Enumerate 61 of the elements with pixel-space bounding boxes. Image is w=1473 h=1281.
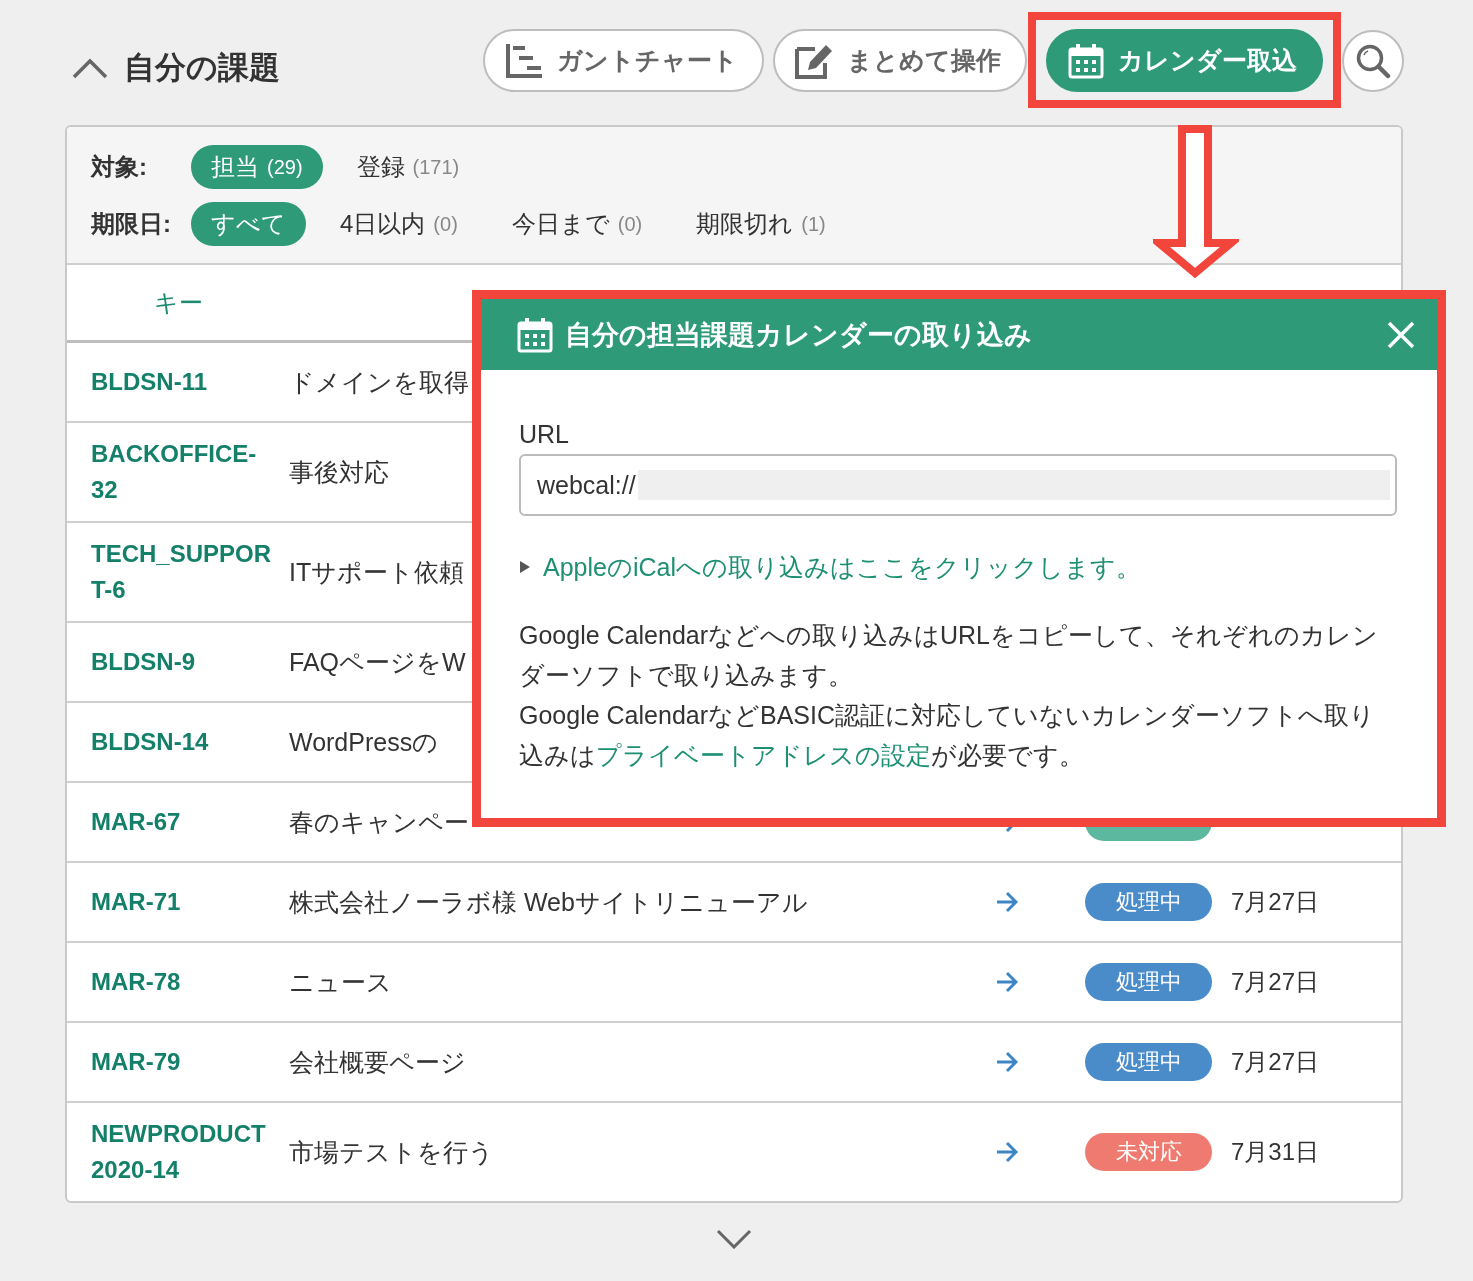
chevron-up-icon[interactable] [72,56,108,79]
search-icon [1355,42,1391,79]
section-title: 自分の課題 [124,48,280,87]
calendar-import-button[interactable]: カレンダー取込 [1046,29,1323,92]
calendar-icon [517,316,553,353]
arrow-right-icon [995,1141,1019,1163]
url-label: URL [519,419,570,449]
url-field[interactable]: webcal:// [519,454,1397,516]
due-date: 7月27日 [1231,1048,1320,1075]
issue-key-link[interactable]: MAR-79 [91,1044,181,1080]
issue-summary: 事後対応 [289,457,389,488]
due-date: 7月27日 [1231,888,1320,915]
filter-option[interactable]: すべて [191,202,306,246]
issue-key-link[interactable]: BLDSN-11 [91,364,208,400]
issue-summary: 会社概要ページ [289,1047,466,1078]
filter-option[interactable]: 期限切れ (1) [676,202,846,246]
text-link[interactable]: プライベートアドレスの設定 [596,741,931,769]
issue-key-link[interactable]: NEWPRODUCT2020-14 [91,1116,277,1188]
issue-summary: FAQページをW [289,647,466,678]
issue-summary: 株式会社ノーラボ様 Webサイトリニューアル [289,887,808,918]
gantt-chart-button[interactable]: ガントチャート [483,29,764,92]
filter-option[interactable]: 登録 (171) [336,145,480,189]
issue-key-link[interactable]: BLDSN-9 [91,644,195,680]
due-date: 7月31日 [1231,1138,1320,1165]
issue-summary: ドメインを取得 [289,367,469,398]
filter-option[interactable]: 担当 (29) [191,145,323,189]
help-text: Google Calendarなどへの取り込みはURLをコピーして、それぞれのカレンダーソフトで取り込みます。 [519,620,1380,691]
status-badge: 処理中 [1085,883,1212,921]
arrow-right-icon [995,1051,1019,1073]
dialog-title: 自分の担当課題カレンダーの取り込み [565,318,1033,352]
filter-label: 対象: [91,152,148,182]
status-badge: 処理中 [1085,963,1212,1001]
triangle-right-icon[interactable] [519,561,531,573]
issue-summary: WordPressの [289,727,439,758]
issue-key-link[interactable]: MAR-71 [91,884,181,920]
issue-key-link[interactable]: BACKOFFICE-32 [91,436,277,508]
issue-key-link[interactable]: MAR-78 [91,964,181,1000]
bulk-edit-button[interactable]: まとめて操作 [773,29,1027,92]
issue-key-link[interactable]: MAR-67 [91,804,181,840]
filter-label: 期限日: [91,209,172,239]
close-icon[interactable] [1387,320,1415,349]
issue-key-link[interactable]: TECH_SUPPORT-6 [91,536,277,608]
filter-option[interactable]: 4日以内 (0) [320,202,478,246]
import-link[interactable]: AppleのiCalへの取り込みはここをクリックします。 [543,552,1141,582]
issue-summary: 市場テストを行う [289,1137,494,1168]
issue-key-link[interactable]: BLDSN-14 [91,724,209,760]
due-date: 7月27日 [1231,968,1320,995]
status-badge: 未対応 [1085,1133,1212,1171]
issue-summary: ニュース [289,967,392,998]
arrow-right-icon [995,891,1019,913]
chevron-down-icon[interactable] [716,1229,752,1249]
gantt-chart-icon [505,42,543,79]
edit-icon [795,42,833,79]
issue-summary: 春のキャンペー [289,807,469,838]
help-text: Google CalendarなどBASIC認証に対応していないカレンダーソフトへ取り込みはプライベートアドレスの設定が必要です。 [519,700,1377,771]
filter-option[interactable]: 今日まで (0) [491,202,663,246]
calendar-icon [1068,42,1104,79]
arrow-right-icon [995,971,1019,993]
issue-summary: ITサポート依頼 [289,557,465,588]
status-badge: 処理中 [1085,1043,1212,1081]
column-header[interactable]: キー [153,286,203,319]
